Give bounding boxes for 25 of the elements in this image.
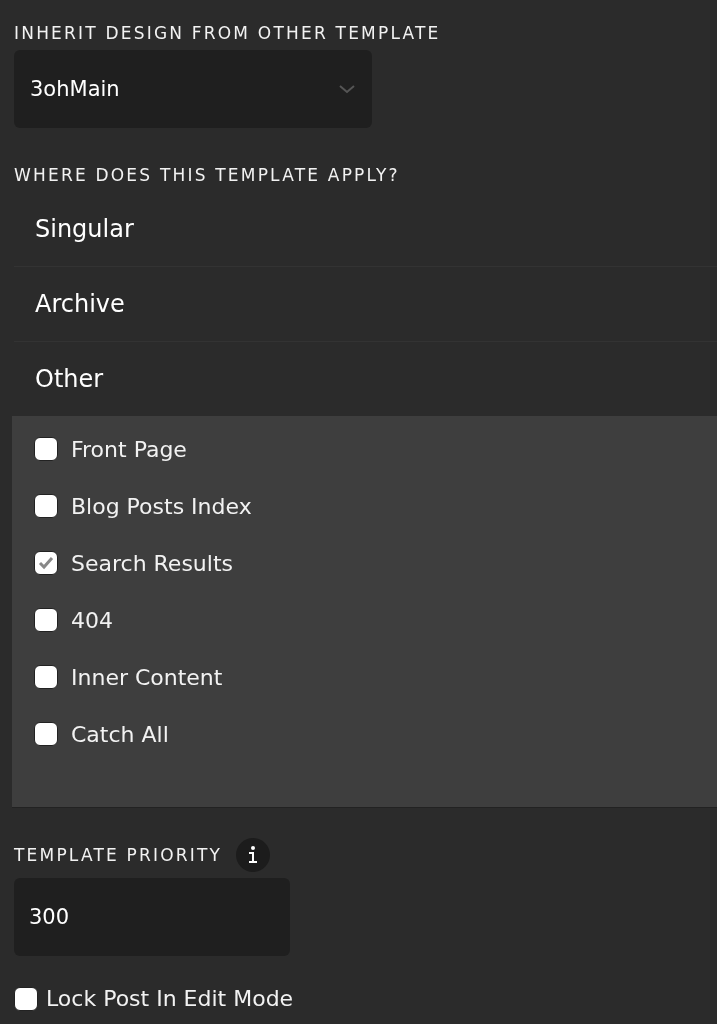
checkbox[interactable] bbox=[34, 494, 58, 518]
option-label: Catch All bbox=[71, 721, 169, 747]
option-label: Inner Content bbox=[71, 664, 223, 690]
template-select[interactable]: 3ohMain bbox=[14, 50, 372, 128]
option-label: Blog Posts Index bbox=[71, 493, 252, 519]
checkbox[interactable] bbox=[34, 437, 58, 461]
option-label: 404 bbox=[71, 607, 113, 633]
option-label: Front Page bbox=[71, 436, 187, 462]
accordion-header[interactable]: Archive bbox=[14, 267, 717, 342]
checkbox[interactable] bbox=[34, 551, 58, 575]
checkbox[interactable] bbox=[14, 986, 38, 1011]
accordion-header[interactable]: Other bbox=[14, 342, 717, 416]
checkbox[interactable] bbox=[34, 608, 58, 632]
checkbox[interactable] bbox=[34, 722, 58, 746]
section-label: INHERIT DESIGN FROM OTHER TEMPLATE bbox=[14, 22, 442, 44]
checkbox[interactable] bbox=[34, 665, 58, 689]
info-icon[interactable] bbox=[236, 838, 271, 872]
section-label: TEMPLATE PRIORITY bbox=[14, 844, 223, 866]
lock-label: Lock Post In Edit Mode bbox=[46, 986, 294, 1011]
accordion-header[interactable]: Singular bbox=[14, 192, 717, 267]
priority-field[interactable]: 300 bbox=[14, 878, 290, 956]
chevron-down-icon bbox=[338, 84, 356, 94]
checkmark-icon bbox=[38, 556, 54, 570]
section-label: WHERE DOES THIS TEMPLATE APPLY? bbox=[14, 164, 401, 186]
option-label: Search Results bbox=[71, 550, 233, 576]
